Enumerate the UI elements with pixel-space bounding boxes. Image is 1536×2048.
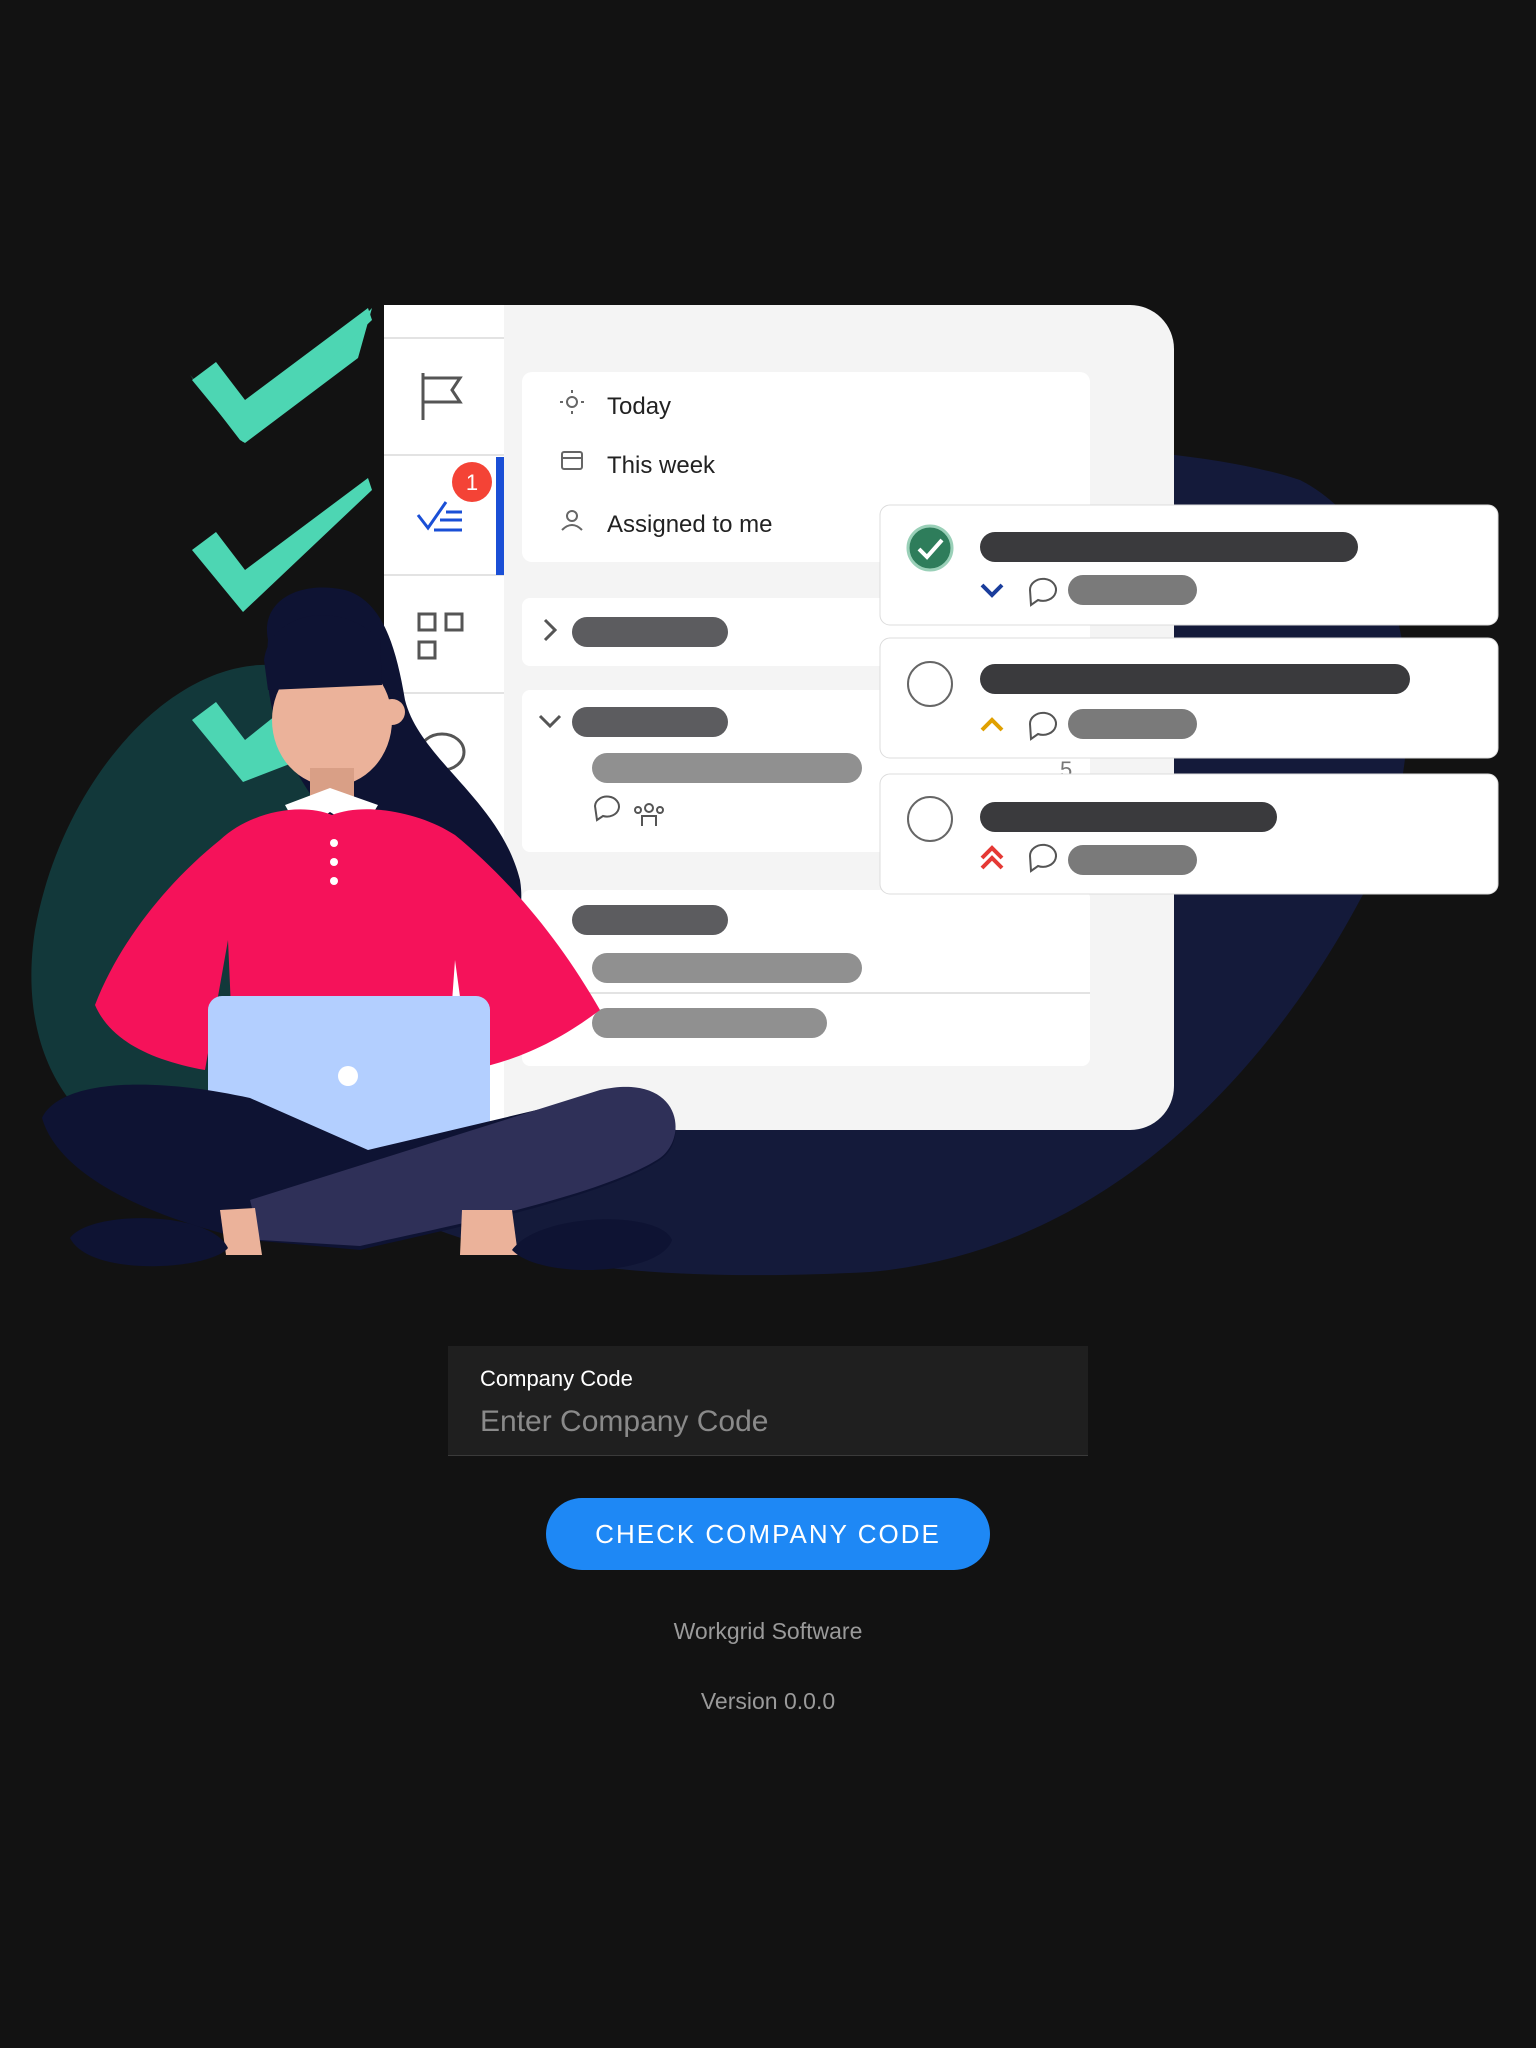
- task-badge-count: 1: [466, 470, 478, 495]
- placeholder-bar: [592, 1008, 827, 1038]
- menu-item-assigned-to-me: Assigned to me: [607, 511, 772, 538]
- placeholder-bar: [592, 953, 862, 983]
- placeholder-bar: [592, 753, 862, 783]
- placeholder-bar: [572, 905, 728, 935]
- nav-active-indicator: [496, 457, 504, 575]
- task-card-completed: [879, 504, 1499, 626]
- hero-illustration: 1 Today This week Assigned to me 5: [31, 305, 1499, 1276]
- task-card-urgent: [879, 773, 1499, 895]
- company-code-label: Company Code: [480, 1366, 633, 1391]
- company-code-input[interactable]: [480, 1402, 1050, 1442]
- menu-item-this-week: This week: [607, 452, 716, 479]
- company-name: Workgrid Software: [673, 1618, 863, 1644]
- checkmark-icon: [192, 308, 372, 442]
- version-label: Version 0.0.0: [700, 1688, 836, 1714]
- company-code-field[interactable]: Company Code: [448, 1346, 1088, 1456]
- placeholder-bar: [572, 707, 728, 737]
- placeholder-bar: [572, 617, 728, 647]
- check-company-code-button[interactable]: CHECK COMPANY CODE: [546, 1498, 990, 1570]
- task-card-open: [879, 637, 1499, 759]
- menu-item-today: Today: [607, 393, 671, 420]
